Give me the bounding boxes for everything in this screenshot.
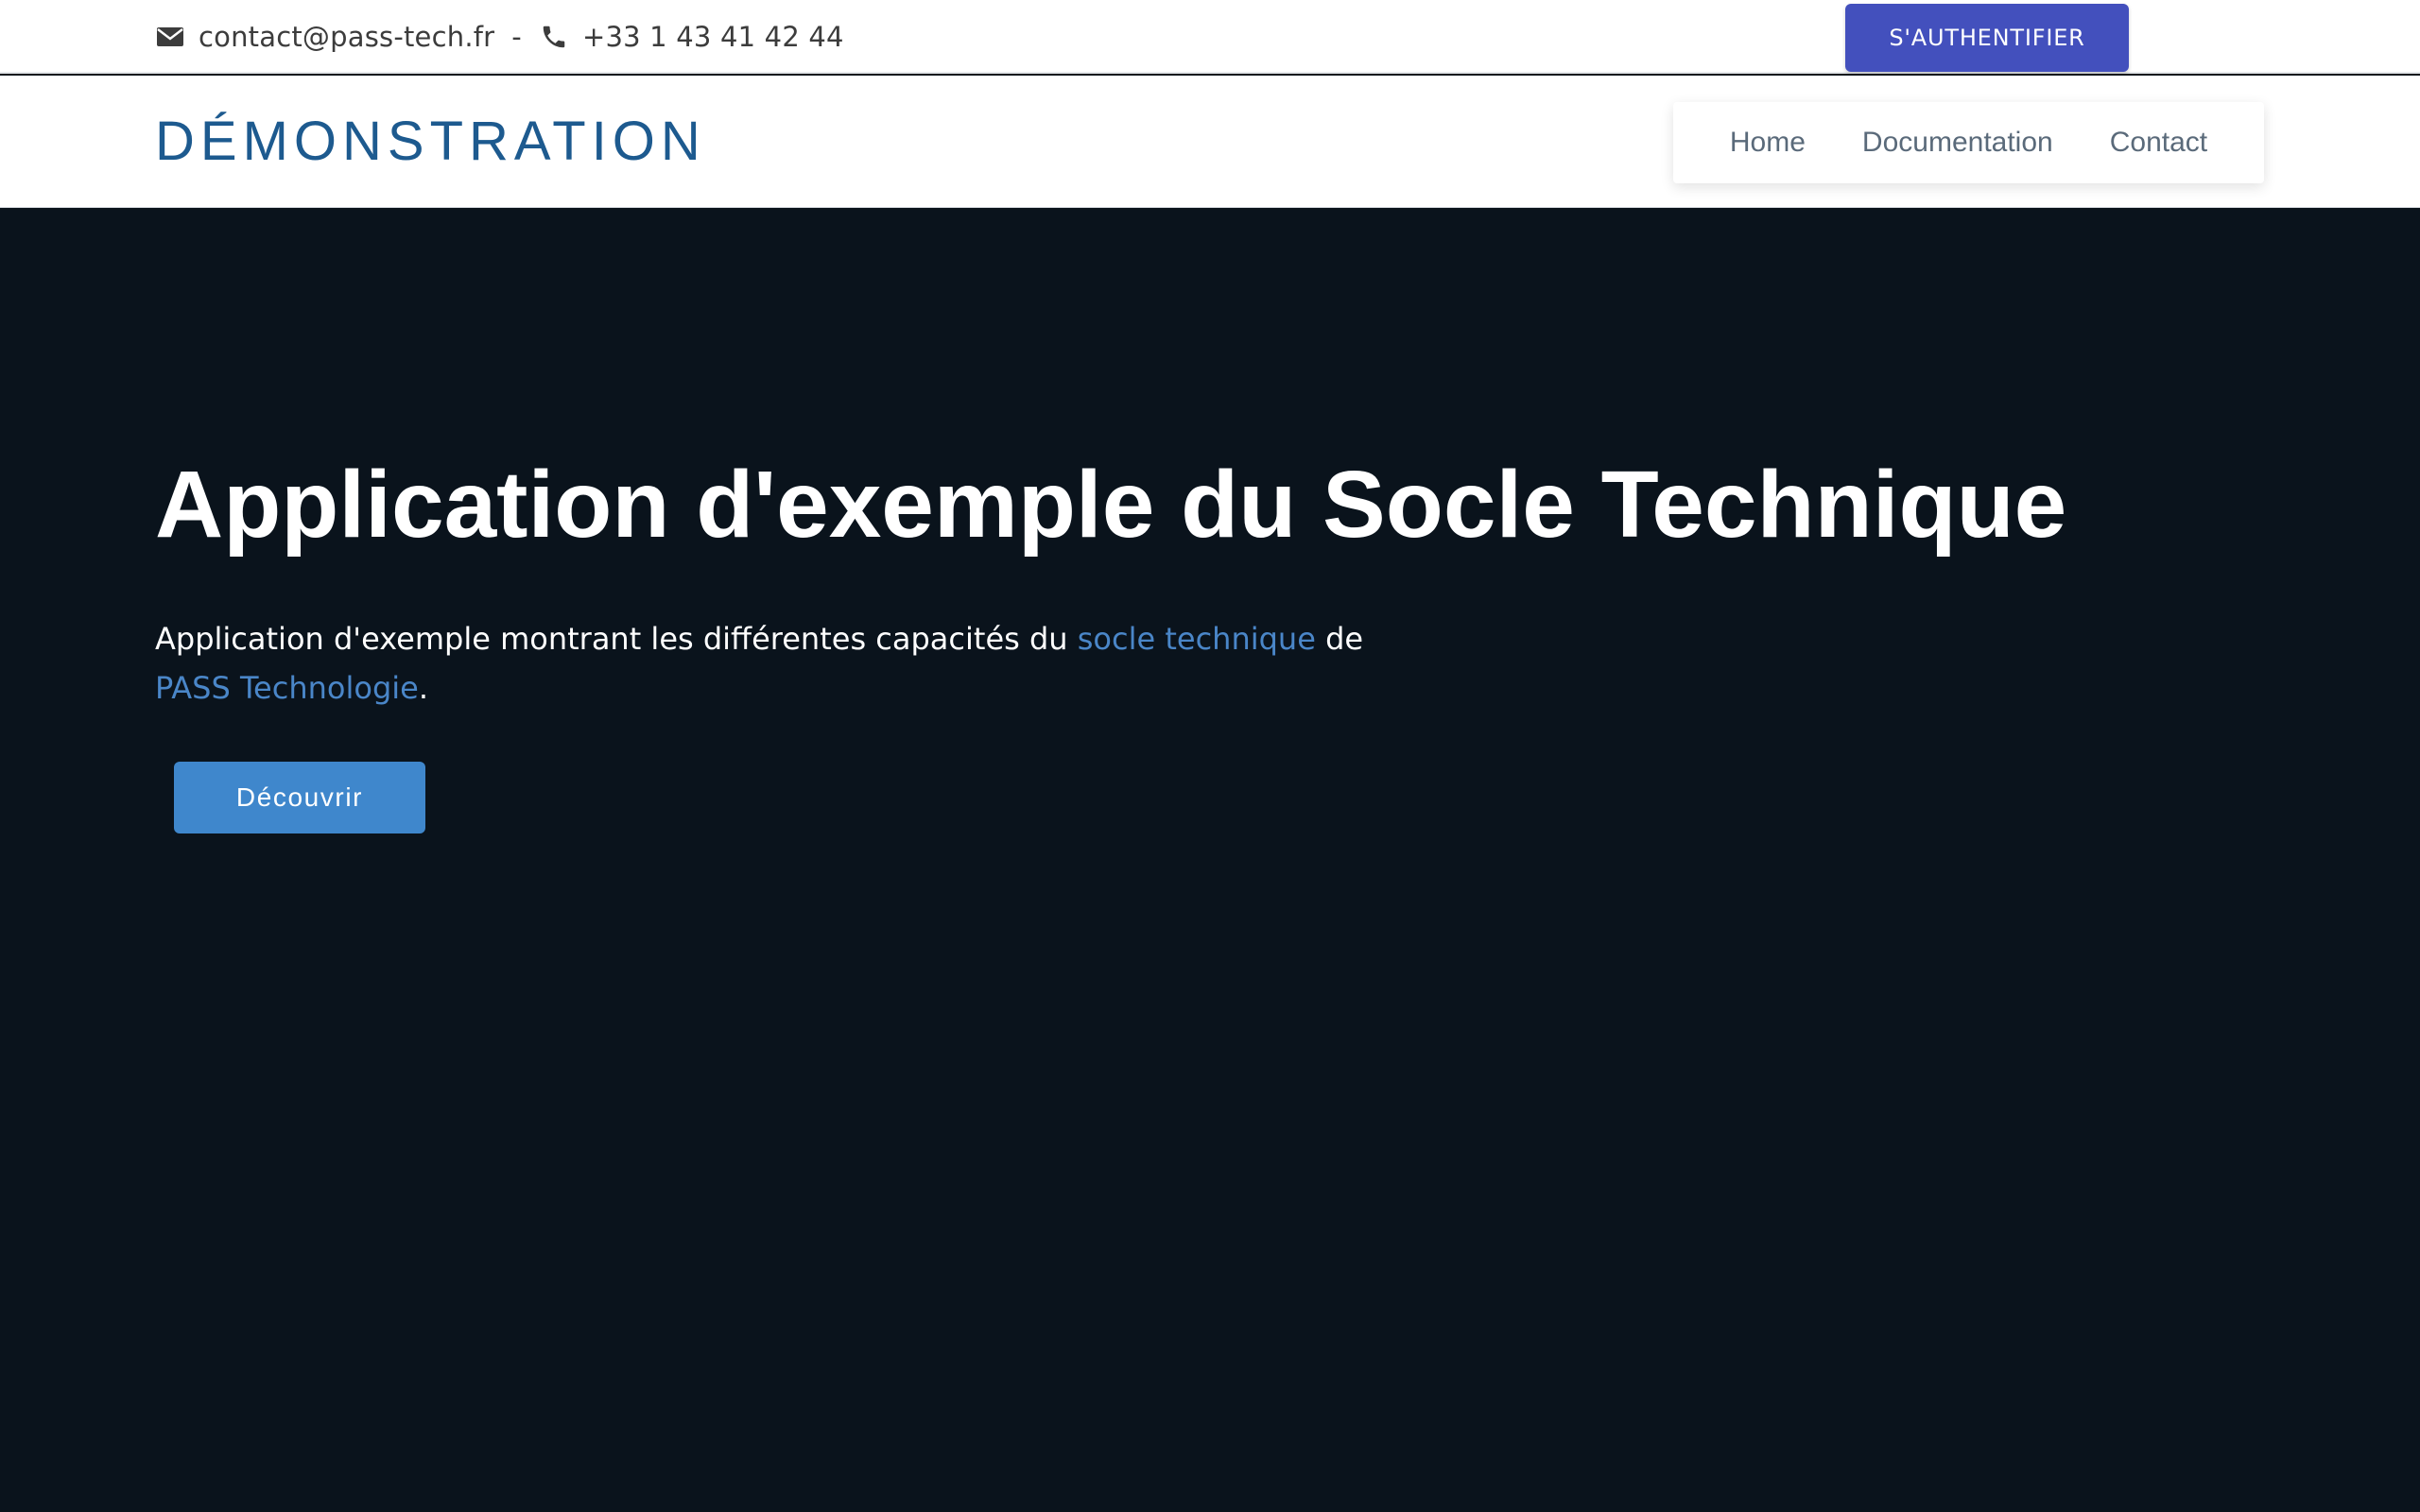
contact-info: contact@pass-tech.fr - +33 1 43 41 42 44: [155, 0, 844, 74]
hero-desc-prefix: Application d'exemple montrant les diffé…: [155, 621, 1078, 657]
socle-technique-link[interactable]: socle technique: [1078, 621, 1316, 657]
pass-technologie-link[interactable]: PASS Technologie: [155, 670, 419, 706]
nav-contact[interactable]: Contact: [2082, 127, 2236, 159]
login-button[interactable]: S'AUTHENTIFIER: [1845, 4, 2129, 72]
envelope-icon: [155, 22, 185, 52]
hero-desc-suffix: .: [418, 670, 428, 706]
hero-title: Application d'exemple du Socle Technique: [155, 452, 2067, 558]
discover-button[interactable]: Découvrir: [174, 762, 425, 833]
nav-home[interactable]: Home: [1702, 127, 1834, 159]
hero-section: [0, 208, 2420, 1512]
phone-icon: [539, 22, 569, 52]
contact-separator: -: [511, 21, 522, 53]
nav-documentation[interactable]: Documentation: [1834, 127, 2082, 159]
top-contact-bar: contact@pass-tech.fr - +33 1 43 41 42 44…: [0, 0, 2420, 74]
contact-email[interactable]: contact@pass-tech.fr: [199, 21, 494, 53]
hero-description: Application d'exemple montrant les diffé…: [155, 614, 1422, 713]
main-nav: Home Documentation Contact: [1673, 102, 2264, 183]
contact-phone[interactable]: +33 1 43 41 42 44: [582, 21, 844, 53]
hero-desc-middle: de: [1315, 621, 1364, 657]
site-header: DÉMONSTRATION Home Documentation Contact: [0, 76, 2420, 208]
site-brand[interactable]: DÉMONSTRATION: [155, 76, 706, 206]
